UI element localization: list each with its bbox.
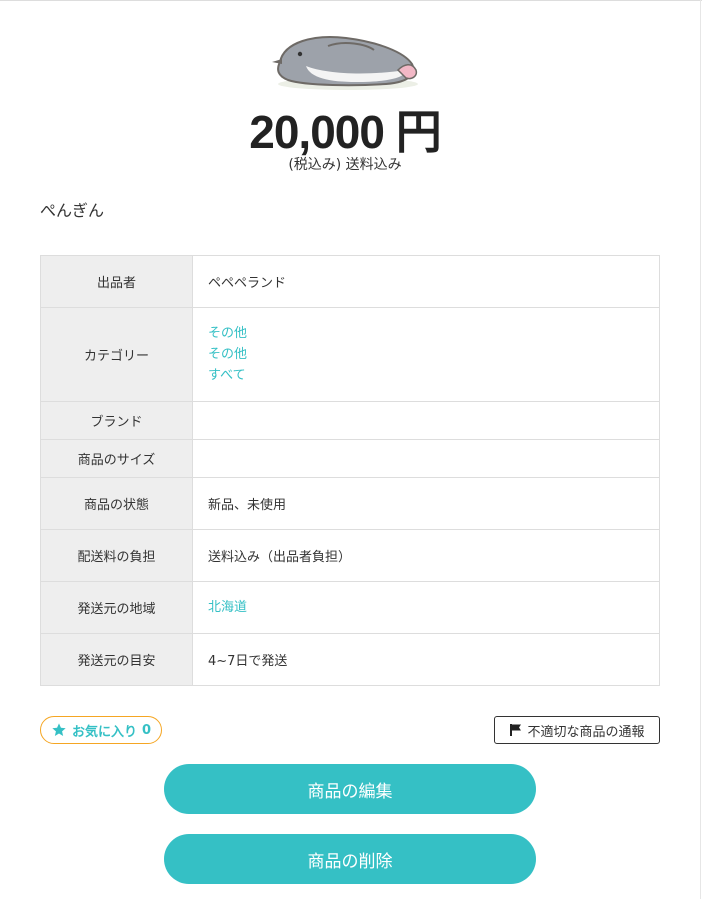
table-row: 配送料の負担 送料込み（出品者負担） bbox=[40, 529, 660, 582]
ship-from-label: 発送元の地域 bbox=[40, 581, 193, 634]
shipping-fee-value: 送料込み（出品者負担） bbox=[192, 529, 660, 582]
report-button[interactable]: 不適切な商品の通報 bbox=[494, 716, 660, 744]
size-label: 商品のサイズ bbox=[40, 439, 193, 478]
product-name: ぺんぎん bbox=[40, 201, 105, 220]
ship-days-label: 発送元の目安 bbox=[40, 633, 193, 686]
shipping-fee-label: 配送料の負担 bbox=[40, 529, 193, 582]
table-row: 出品者 ペペペランド bbox=[40, 255, 660, 308]
table-row: ブランド bbox=[40, 401, 660, 440]
seller-value: ペペペランド bbox=[192, 255, 660, 308]
condition-label: 商品の状態 bbox=[40, 477, 193, 530]
condition-value: 新品、未使用 bbox=[192, 477, 660, 530]
ship-from-link[interactable]: 北海道 bbox=[208, 597, 659, 618]
favorite-button[interactable]: お気に入り 0 bbox=[40, 716, 163, 744]
table-row: 商品のサイズ bbox=[40, 439, 660, 478]
ship-from-cell: 北海道 bbox=[192, 581, 660, 634]
size-value bbox=[192, 439, 660, 478]
delete-product-button[interactable]: 商品の削除 bbox=[164, 834, 536, 884]
brand-value bbox=[192, 401, 660, 440]
right-divider bbox=[700, 0, 701, 899]
category-link[interactable]: その他 bbox=[208, 323, 659, 344]
product-price: 20,000 円 bbox=[249, 106, 441, 158]
table-row: 発送元の地域 北海道 bbox=[40, 581, 660, 634]
flag-icon bbox=[510, 724, 522, 736]
edit-product-button[interactable]: 商品の編集 bbox=[164, 764, 536, 814]
table-row: 発送元の目安 4~7日で発送 bbox=[40, 633, 660, 686]
star-icon bbox=[52, 723, 66, 736]
table-row: 商品の状態 新品、未使用 bbox=[40, 477, 660, 530]
favorite-label: お気に入り bbox=[72, 724, 138, 740]
seller-label: 出品者 bbox=[40, 255, 193, 308]
penguin-illustration-icon bbox=[272, 36, 418, 90]
category-label: カテゴリー bbox=[40, 307, 193, 402]
ship-days-value: 4~7日で発送 bbox=[192, 633, 660, 686]
table-row: カテゴリー その他 その他 すべて bbox=[40, 307, 660, 402]
product-details-table: 出品者 ペペペランド カテゴリー その他 その他 すべて ブランド 商品のサイズ… bbox=[40, 255, 660, 686]
category-link[interactable]: すべて bbox=[208, 365, 659, 386]
price-note: (税込み) 送料込み bbox=[288, 157, 402, 173]
brand-label: ブランド bbox=[40, 401, 193, 440]
product-image bbox=[266, 26, 426, 96]
favorite-count: 0 bbox=[142, 722, 152, 738]
top-divider bbox=[0, 0, 702, 1]
category-links: その他 その他 すべて bbox=[192, 307, 660, 402]
report-label: 不適切な商品の通報 bbox=[527, 724, 645, 740]
category-link[interactable]: その他 bbox=[208, 344, 659, 365]
